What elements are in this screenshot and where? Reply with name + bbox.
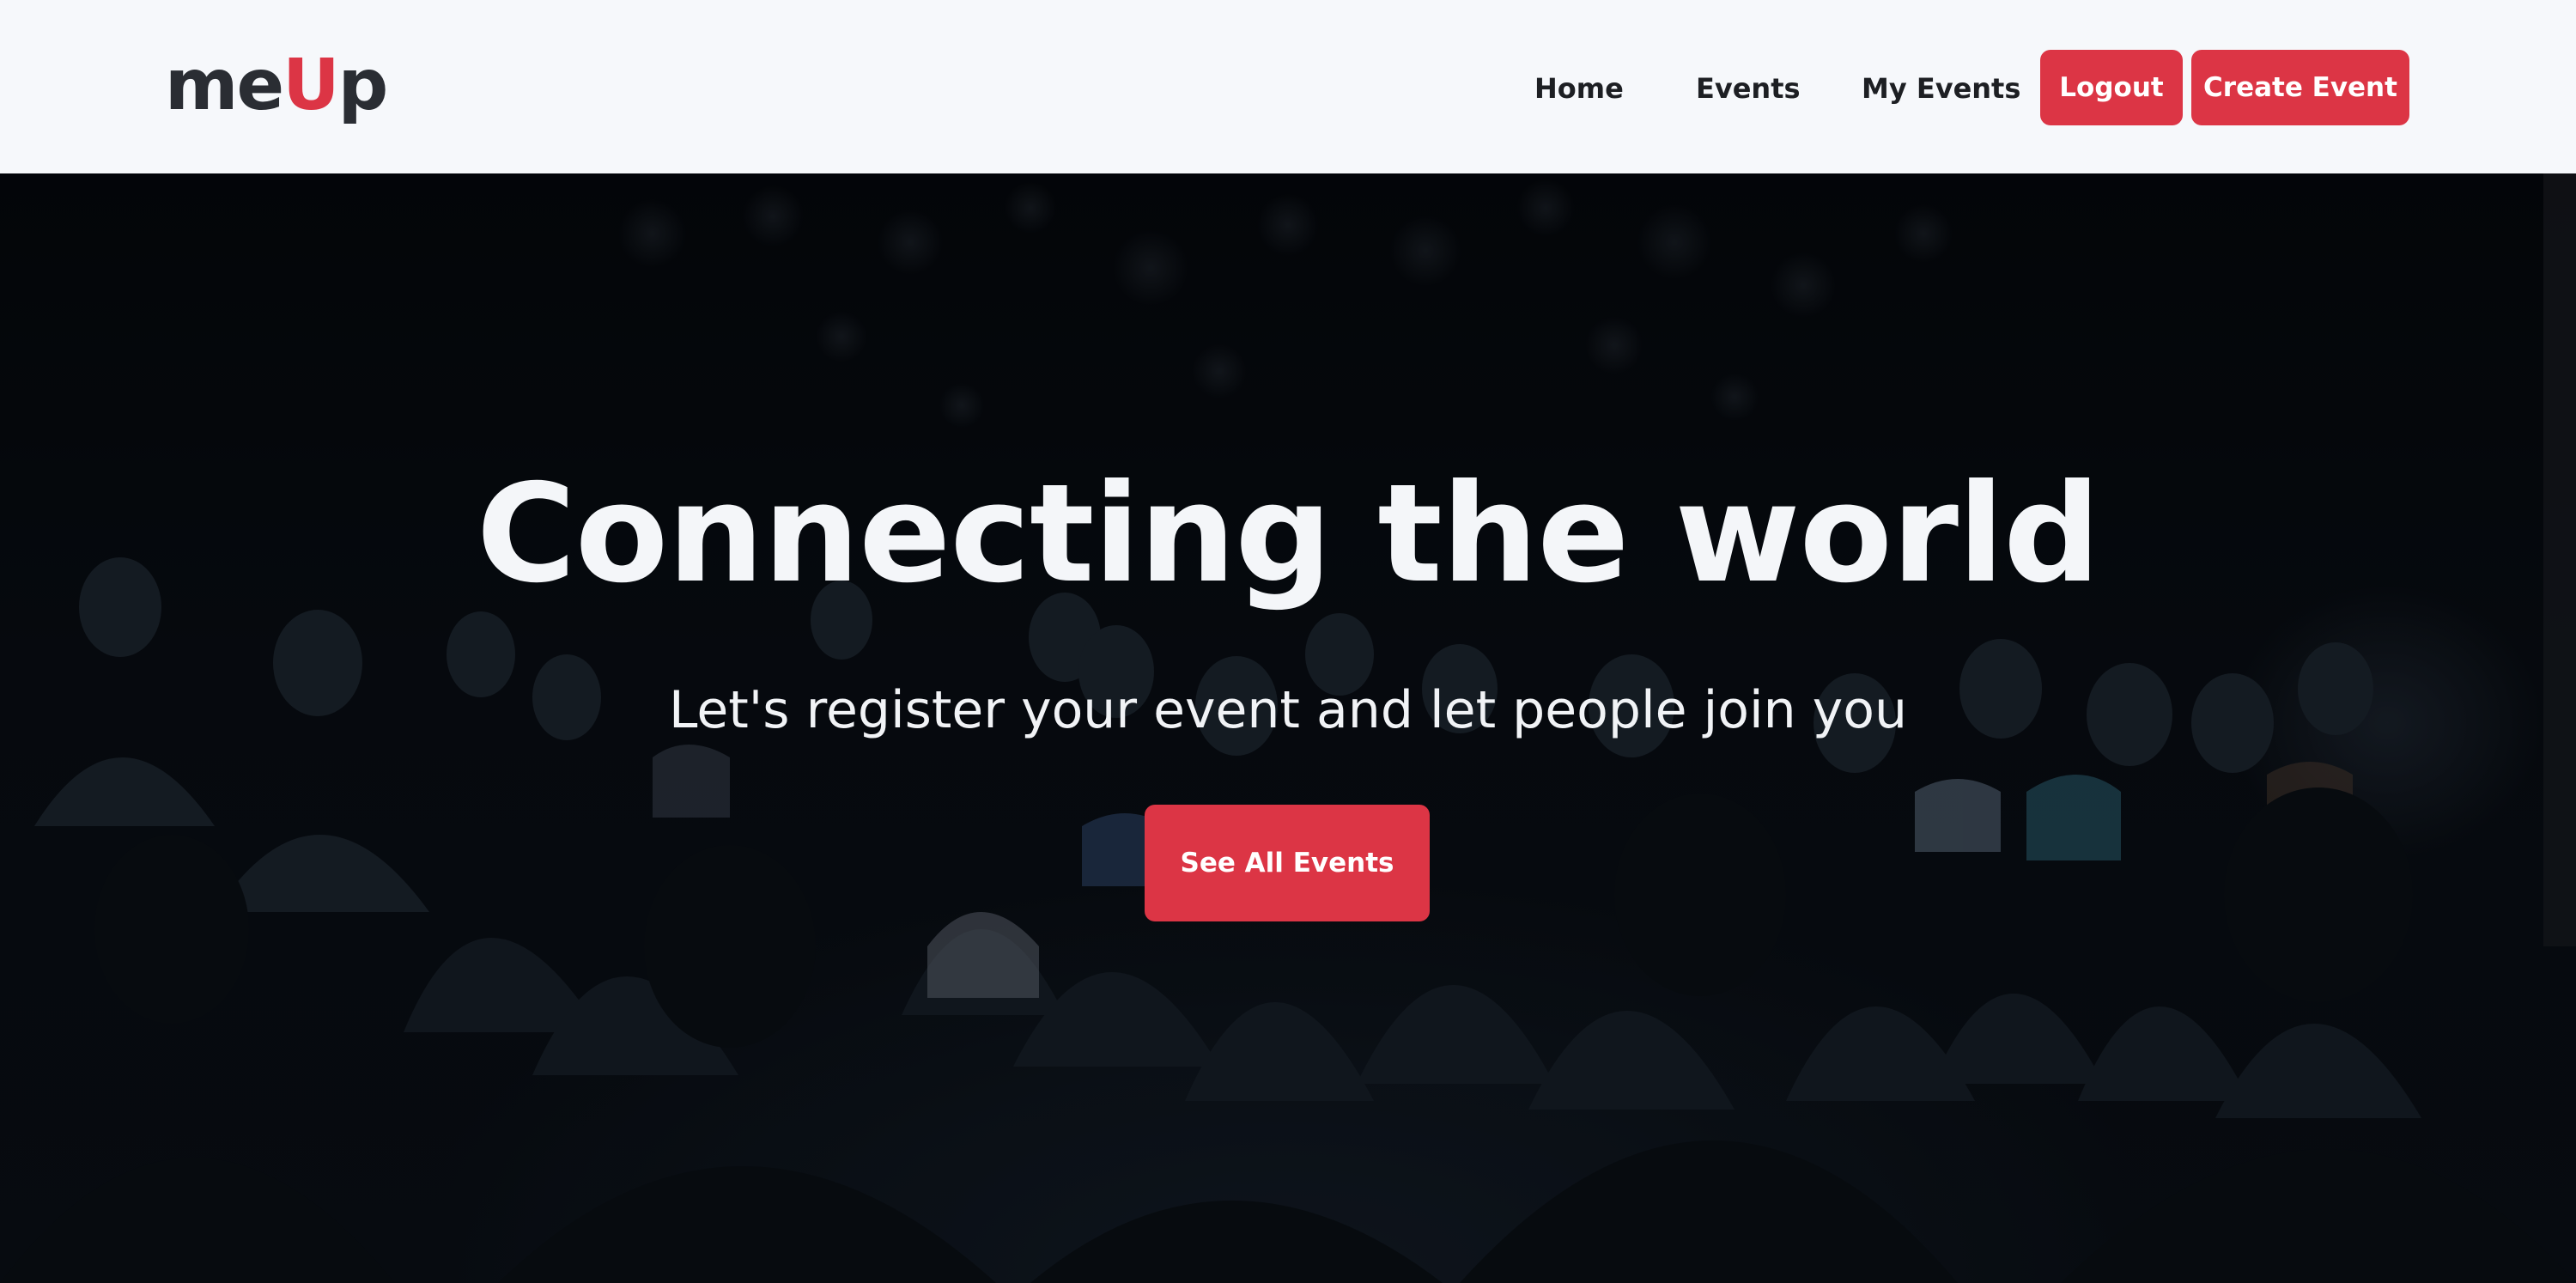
- hero-title: Connecting the world: [476, 455, 2100, 613]
- brand-accent: U: [283, 45, 340, 126]
- see-all-events-button[interactable]: See All Events: [1145, 805, 1430, 921]
- nav-link-home[interactable]: Home: [1534, 64, 1624, 112]
- nav-link-events[interactable]: Events: [1696, 64, 1801, 112]
- page: meUp Home Events My Events Logout Create…: [0, 0, 2576, 1283]
- brand-suffix: p: [337, 45, 389, 126]
- hero-section: Connecting the world Let's register your…: [0, 173, 2576, 1283]
- brand-prefix: me: [165, 45, 284, 126]
- nav-link-my-events[interactable]: My Events: [1862, 64, 2020, 112]
- hero-subtitle: Let's register your event and let people…: [668, 680, 1908, 740]
- navbar: meUp Home Events My Events Logout Create…: [0, 0, 2576, 173]
- create-event-button[interactable]: Create Event: [2191, 50, 2409, 125]
- brand-logo[interactable]: meUp: [165, 43, 389, 129]
- logout-button[interactable]: Logout: [2040, 50, 2183, 125]
- hero-content: Connecting the world Let's register your…: [0, 173, 2576, 1283]
